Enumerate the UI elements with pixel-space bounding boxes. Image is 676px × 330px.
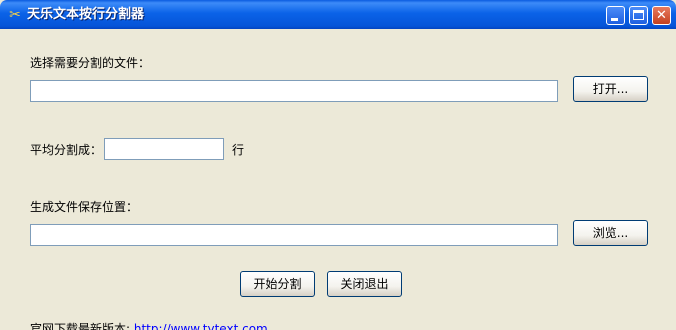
open-file-button[interactable]: 打开...	[573, 76, 648, 102]
minimize-button[interactable]	[606, 6, 625, 25]
close-button[interactable]: ✕	[652, 6, 671, 25]
source-file-input[interactable]	[30, 80, 558, 102]
close-icon: ✕	[656, 8, 667, 23]
maximize-button[interactable]	[629, 6, 648, 25]
website-link[interactable]: http://www.tytext.com	[134, 322, 268, 330]
file-select-label: 选择需要分割的文件：	[30, 56, 151, 70]
minimize-icon	[611, 18, 618, 21]
app-scissors-icon: ✂	[9, 7, 21, 23]
split-count-label: 平均分割成：	[30, 143, 103, 157]
output-location-label: 生成文件保存位置：	[30, 200, 139, 214]
app-window: ✂ 天乐文本按行分割器 ✕ 选择需要分割的文件： 打开... 平均分割成： 行 …	[0, 0, 676, 330]
output-path-input[interactable]	[30, 224, 558, 246]
lines-unit-label: 行	[232, 143, 245, 157]
footer-prefix: 官网下载最新版本:	[30, 322, 131, 330]
lines-count-input[interactable]	[104, 138, 224, 160]
maximize-icon	[633, 10, 644, 20]
browse-button[interactable]: 浏览...	[573, 220, 648, 246]
footer-line: 官网下载最新版本: http://www.tytext.com	[30, 321, 268, 330]
close-exit-button[interactable]: 关闭退出	[327, 271, 402, 297]
start-split-button[interactable]: 开始分割	[240, 271, 315, 297]
title-bar[interactable]: ✂ 天乐文本按行分割器 ✕	[0, 0, 676, 29]
window-title: 天乐文本按行分割器	[27, 7, 145, 22]
